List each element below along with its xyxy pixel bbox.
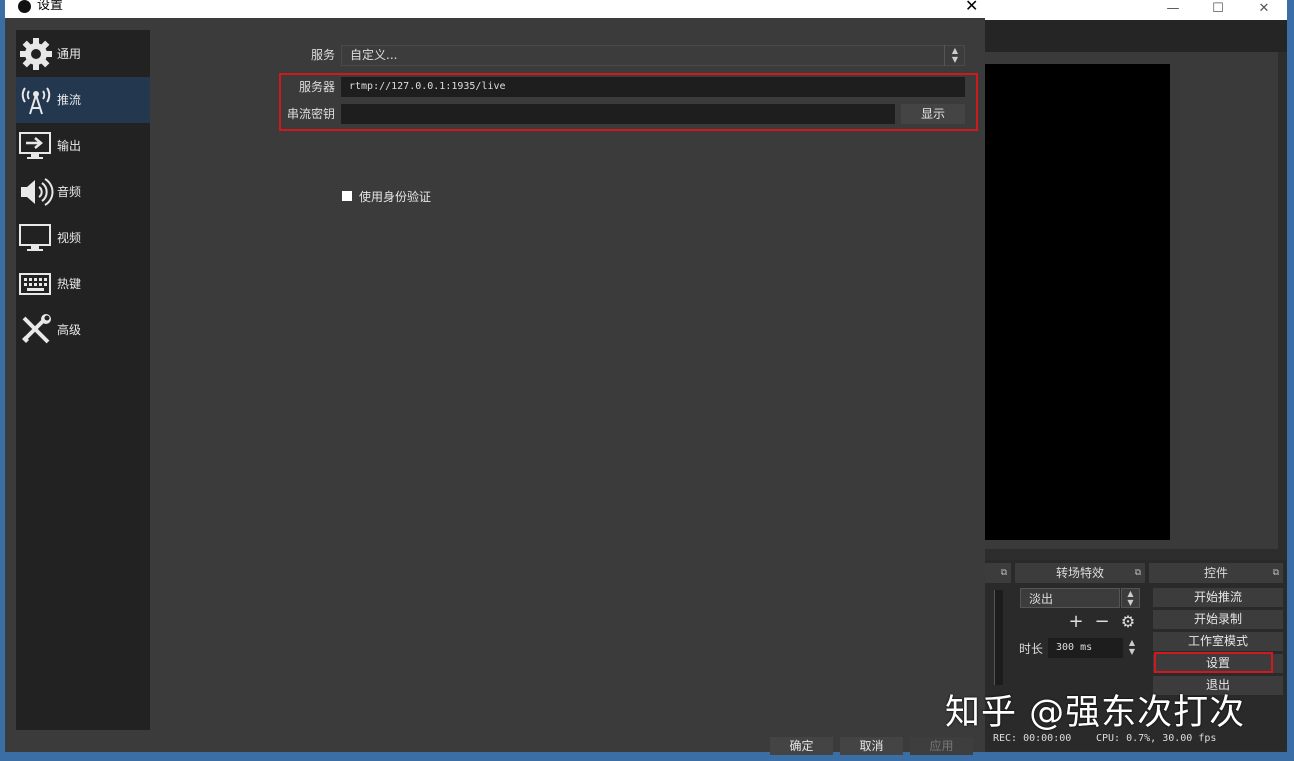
server-url-field[interactable]: rtmp://127.0.0.1:1935/live — [341, 77, 965, 97]
sidebar-item-audio[interactable]: 音频 — [16, 169, 150, 215]
gear-icon — [20, 38, 52, 70]
remove-transition-button[interactable]: − — [1093, 612, 1111, 632]
apply-button[interactable]: 应用 — [910, 737, 973, 755]
preview-canvas[interactable] — [985, 64, 1170, 540]
studio-mode-button[interactable]: 工作室模式 — [1153, 632, 1283, 651]
main-menubar — [985, 20, 1287, 52]
sidebar-item-label: 推流 — [57, 93, 82, 107]
server-label: 服务器 — [298, 80, 335, 94]
taskbar-strip — [0, 752, 1294, 761]
main-titlebar: — ☐ ✕ — [985, 0, 1287, 20]
sidebar-item-label: 音频 — [57, 185, 82, 199]
output-monitor-icon — [19, 132, 51, 159]
sidebar-item-stream[interactable]: 推流 — [16, 77, 150, 123]
add-transition-button[interactable]: + — [1067, 612, 1085, 632]
dialog-title: 设置 — [37, 0, 64, 13]
start-recording-button[interactable]: 开始录制 — [1153, 610, 1283, 629]
monitor-icon — [19, 224, 51, 251]
show-key-button[interactable]: 显示 — [901, 104, 965, 124]
dialog-titlebar: 设置 ✕ — [5, 0, 985, 18]
sidebar-item-general[interactable]: 通用 — [16, 31, 150, 77]
stream-key-label: 串流密钥 — [286, 107, 335, 121]
ok-button[interactable]: 确定 — [770, 737, 833, 755]
sidebar-item-label: 输出 — [57, 139, 82, 153]
service-label: 服务 — [310, 48, 335, 62]
stream-key-field[interactable] — [341, 104, 895, 124]
transitions-dock-header: 转场特效 ⧉ — [1015, 563, 1145, 583]
close-main-button[interactable]: ✕ — [1249, 0, 1279, 20]
duration-input[interactable]: 300 ms — [1048, 638, 1123, 658]
minimize-button[interactable]: — — [1158, 0, 1188, 20]
sidebar-item-label: 视频 — [57, 231, 82, 245]
float-dock-icon[interactable]: ⧉ — [1135, 563, 1141, 583]
transition-select-spinner[interactable]: ▲ ▼ — [1121, 588, 1140, 608]
float-dock-icon[interactable]: ⧉ — [1273, 563, 1279, 583]
sidebar-item-label: 热键 — [57, 277, 82, 291]
broadcast-antenna-icon — [21, 87, 51, 115]
start-streaming-button[interactable]: 开始推流 — [1153, 588, 1283, 607]
close-dialog-button[interactable]: ✕ — [965, 0, 978, 15]
service-select[interactable]: 自定义... — [341, 45, 965, 66]
use-auth-label: 使用身份验证 — [359, 190, 432, 204]
maximize-button[interactable]: ☐ — [1203, 0, 1233, 20]
sidebar-item-hotkeys[interactable]: 热键 — [16, 261, 150, 307]
audio-mixer-meter — [994, 590, 1003, 685]
duration-label: 时长 — [1019, 642, 1044, 656]
service-select-spinner[interactable]: ▲ ▼ — [944, 45, 965, 66]
sidebar-item-label: 高级 — [57, 323, 82, 337]
speaker-icon — [21, 178, 54, 206]
sidebar-item-output[interactable]: 输出 — [16, 123, 150, 169]
transition-settings-gear-icon[interactable]: ⚙ — [1119, 612, 1137, 632]
use-auth-checkbox[interactable] — [342, 191, 352, 201]
obs-logo-icon — [18, 0, 31, 13]
keyboard-icon — [19, 273, 51, 295]
float-dock-icon[interactable]: ⧉ — [1001, 563, 1007, 583]
desktop-background-right — [1287, 0, 1294, 761]
controls-header-label: 控件 — [1203, 566, 1228, 580]
transition-select[interactable]: 淡出 — [1020, 588, 1120, 608]
controls-dock-header: 控件 ⧉ — [1149, 563, 1283, 583]
settings-button-highlight — [1154, 652, 1273, 673]
zhihu-watermark: 知乎 @强东次打次 — [945, 693, 1246, 733]
transitions-header-label: 转场特效 — [1055, 566, 1104, 580]
sidebar-item-video[interactable]: 视频 — [16, 215, 150, 261]
mixer-dock-header: ⧉ — [985, 563, 1011, 583]
tools-icon — [22, 314, 51, 344]
sidebar-item-advanced[interactable]: 高级 — [16, 307, 150, 353]
cancel-button[interactable]: 取消 — [840, 737, 903, 755]
sidebar-item-label: 通用 — [57, 47, 82, 61]
duration-spinner[interactable]: ▲ ▼ — [1124, 638, 1140, 658]
